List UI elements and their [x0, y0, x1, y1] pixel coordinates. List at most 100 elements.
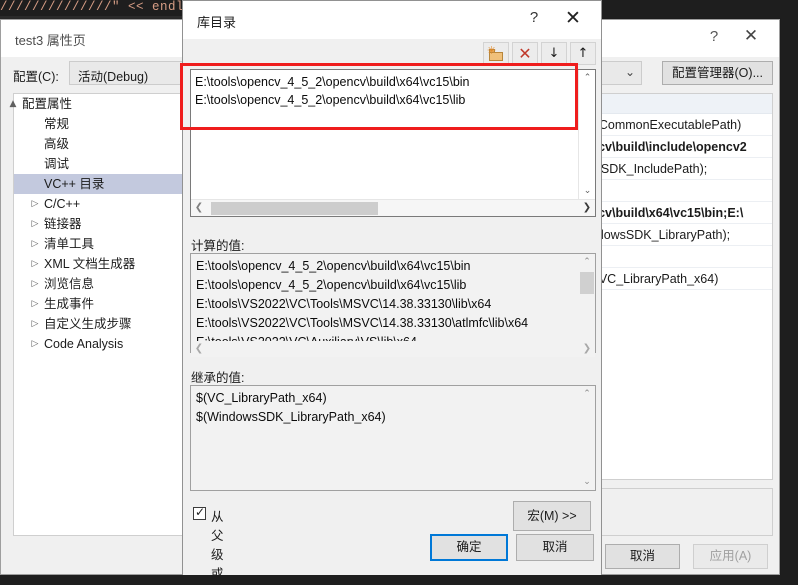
dialog-help-icon[interactable]: ?: [523, 9, 545, 26]
chevron-right-icon[interactable]: ▷: [28, 294, 42, 314]
tree-item-1[interactable]: 常规: [14, 114, 182, 134]
tree-item-2[interactable]: 高级: [14, 134, 182, 154]
tree-item-8[interactable]: ▷ XML 文档生成器: [14, 254, 182, 274]
tree-item-label: 自定义生成步骤: [44, 317, 132, 331]
editor-code-line: //////////////" << endl;: [0, 0, 193, 14]
tree-item-label: 清单工具: [44, 237, 95, 251]
macros-button[interactable]: 宏(M) >>: [513, 501, 591, 531]
tree-item-label: XML 文档生成器: [44, 257, 136, 271]
tree-item-label: 链接器: [44, 217, 82, 231]
tree-item-5[interactable]: ▷ C/C++: [14, 194, 182, 214]
dialog-close-icon[interactable]: ✕: [559, 6, 587, 30]
chevron-right-icon[interactable]: ▷: [28, 234, 42, 254]
inherited-scroll-down-icon[interactable]: ⌄: [579, 474, 595, 490]
chevron-right-icon[interactable]: ▷: [28, 334, 42, 354]
tree-item-0[interactable]: ▲ 配置属性: [10, 94, 182, 114]
scroll-right-icon[interactable]: ❯: [579, 200, 595, 216]
computed-line: E:\tools\opencv_4_5_2\opencv\build\x64\v…: [196, 278, 467, 292]
tree-item-label: 生成事件: [44, 297, 95, 311]
inherit-checkbox-label: 从父级或项目默认设置继承(I): [211, 510, 224, 581]
scroll-up-icon[interactable]: ⌃: [579, 70, 596, 86]
dialog-toolbar: ✳ ✕ ↓ ↑: [183, 39, 601, 67]
move-up-button[interactable]: ↑: [570, 42, 596, 65]
editor-right-strip: [781, 0, 798, 585]
close-icon[interactable]: ✕: [739, 26, 763, 46]
directories-list-content[interactable]: E:\tools\opencv_4_5_2\opencv\build\x64\v…: [191, 70, 578, 199]
computed-line: E:\tools\VS2022\VC\Tools\MSVC\14.38.3313…: [196, 316, 529, 330]
inherited-values-box: $(VC_LibraryPath_x64) $(WindowsSDK_Librar…: [190, 385, 596, 491]
inherited-values-label: 继承的值:: [191, 371, 245, 385]
tree-item-label: 高级: [44, 137, 70, 151]
dialog-title: 库目录: [197, 15, 237, 30]
computed-values-content: E:\tools\opencv_4_5_2\opencv\build\x64\v…: [191, 254, 579, 352]
arrow-up-icon: ↑: [577, 46, 589, 61]
page-title: test3 属性页: [15, 33, 86, 48]
computed-scroll-left-icon[interactable]: ❮: [191, 341, 207, 357]
directories-edit-list[interactable]: E:\tools\opencv_4_5_2\opencv\build\x64\v…: [190, 69, 596, 217]
tree-item-4[interactable]: VC++ 目录: [14, 174, 182, 194]
inherited-line: $(VC_LibraryPath_x64): [196, 391, 327, 405]
chevron-right-icon[interactable]: ▷: [28, 274, 42, 294]
tree-item-7[interactable]: ▷ 清单工具: [14, 234, 182, 254]
tree-item-label: VC++ 目录: [44, 177, 105, 191]
library-directories-dialog: 库目录 ? ✕ ✳ ✕ ↓ ↑ E:\tools\opencv_4_5_2\op…: [182, 0, 602, 581]
tree-item-9[interactable]: ▷ 浏览信息: [14, 274, 182, 294]
tree-item-label: C/C++: [44, 197, 81, 211]
chevron-down-icon: ⌄: [624, 65, 635, 79]
computed-values-box: E:\tools\opencv_4_5_2\opencv\build\x64\v…: [190, 253, 596, 353]
computed-horizontal-scrollbar[interactable]: ❮ ❯: [191, 341, 595, 357]
chevron-right-icon[interactable]: ▷: [28, 214, 42, 234]
new-folder-icon: ✳: [487, 45, 504, 61]
configuration-label: 配置(C):: [13, 70, 59, 84]
editlist-vertical-scrollbar[interactable]: ⌃ ⌄: [578, 70, 595, 199]
computed-line: E:\tools\opencv_4_5_2\opencv\build\x64\v…: [196, 259, 471, 273]
computed-values-label: 计算的值:: [191, 239, 245, 253]
inherit-checkbox[interactable]: ✓: [193, 505, 206, 520]
chevron-right-icon[interactable]: ▷: [28, 314, 42, 334]
editlist-horizontal-scrollbar[interactable]: ❮ ❯: [191, 199, 595, 216]
tree-item-11[interactable]: ▷ 自定义生成步骤: [14, 314, 182, 334]
delete-x-icon: ✕: [518, 44, 532, 63]
inherited-line: $(WindowsSDK_LibraryPath_x64): [196, 410, 386, 424]
tree-item-label: Code Analysis: [44, 337, 124, 351]
computed-scroll-right-icon[interactable]: ❯: [579, 341, 595, 357]
chevron-down-icon[interactable]: ▲: [6, 94, 20, 114]
inherited-values-content: $(VC_LibraryPath_x64) $(WindowsSDK_Librar…: [191, 386, 579, 490]
property-cancel-button[interactable]: 取消: [605, 544, 680, 569]
scroll-down-icon[interactable]: ⌄: [579, 183, 596, 199]
tree-item-label: 配置属性: [22, 97, 73, 111]
tree-item-6[interactable]: ▷ 链接器: [14, 214, 182, 234]
computed-scroll-up-icon[interactable]: ⌃: [579, 254, 595, 270]
chevron-right-icon[interactable]: ▷: [28, 194, 42, 214]
inherited-scroll-up-icon[interactable]: ⌃: [579, 386, 595, 402]
directory-line: E:\tools\opencv_4_5_2\opencv\build\x64\v…: [195, 93, 466, 107]
configuration-manager-button[interactable]: 配置管理器(O)...: [662, 61, 773, 85]
hscroll-thumb[interactable]: [211, 202, 378, 215]
arrow-down-icon: ↓: [548, 46, 560, 61]
tree-item-label: 调试: [44, 157, 70, 171]
configuration-value: 活动(Debug): [78, 70, 149, 84]
move-down-button[interactable]: ↓: [541, 42, 567, 65]
tree-item-label: 浏览信息: [44, 277, 95, 291]
dialog-cancel-button[interactable]: 取消: [516, 534, 594, 561]
tree-item-label: 常规: [44, 117, 70, 131]
help-icon[interactable]: ?: [703, 28, 725, 45]
tree-item-12[interactable]: ▷ Code Analysis: [14, 334, 182, 354]
computed-line: E:\tools\VS2022\VC\Tools\MSVC\14.38.3313…: [196, 297, 492, 311]
delete-line-button[interactable]: ✕: [512, 42, 538, 65]
property-apply-button: 应用(A): [693, 544, 768, 569]
dialog-titlebar: 库目录 ? ✕: [183, 1, 601, 39]
inherited-vertical-scrollbar[interactable]: ⌃ ⌄: [579, 386, 595, 490]
new-line-button[interactable]: ✳: [483, 42, 509, 65]
tree-item-3[interactable]: 调试: [14, 154, 182, 174]
computed-vscroll-thumb[interactable]: [580, 272, 594, 294]
computed-vertical-scrollbar[interactable]: ⌃ ⌄: [579, 254, 595, 352]
check-mark-icon: ✓: [195, 505, 206, 519]
dialog-ok-button[interactable]: 确定: [430, 534, 508, 561]
chevron-right-icon[interactable]: ▷: [28, 254, 42, 274]
editor-bottom-strip: [0, 575, 798, 585]
scroll-left-icon[interactable]: ❮: [191, 200, 207, 216]
tree-item-10[interactable]: ▷ 生成事件: [14, 294, 182, 314]
property-tree: ▲ 配置属性 常规 高级 调试 VC++ 目录 ▷ C/C++ ▷ 链接器 ▷ 清单工具 ▷ XML 文档…: [10, 93, 183, 536]
screen: //////////////" << endl; test3 属性页 ? ✕ 配…: [0, 0, 798, 585]
